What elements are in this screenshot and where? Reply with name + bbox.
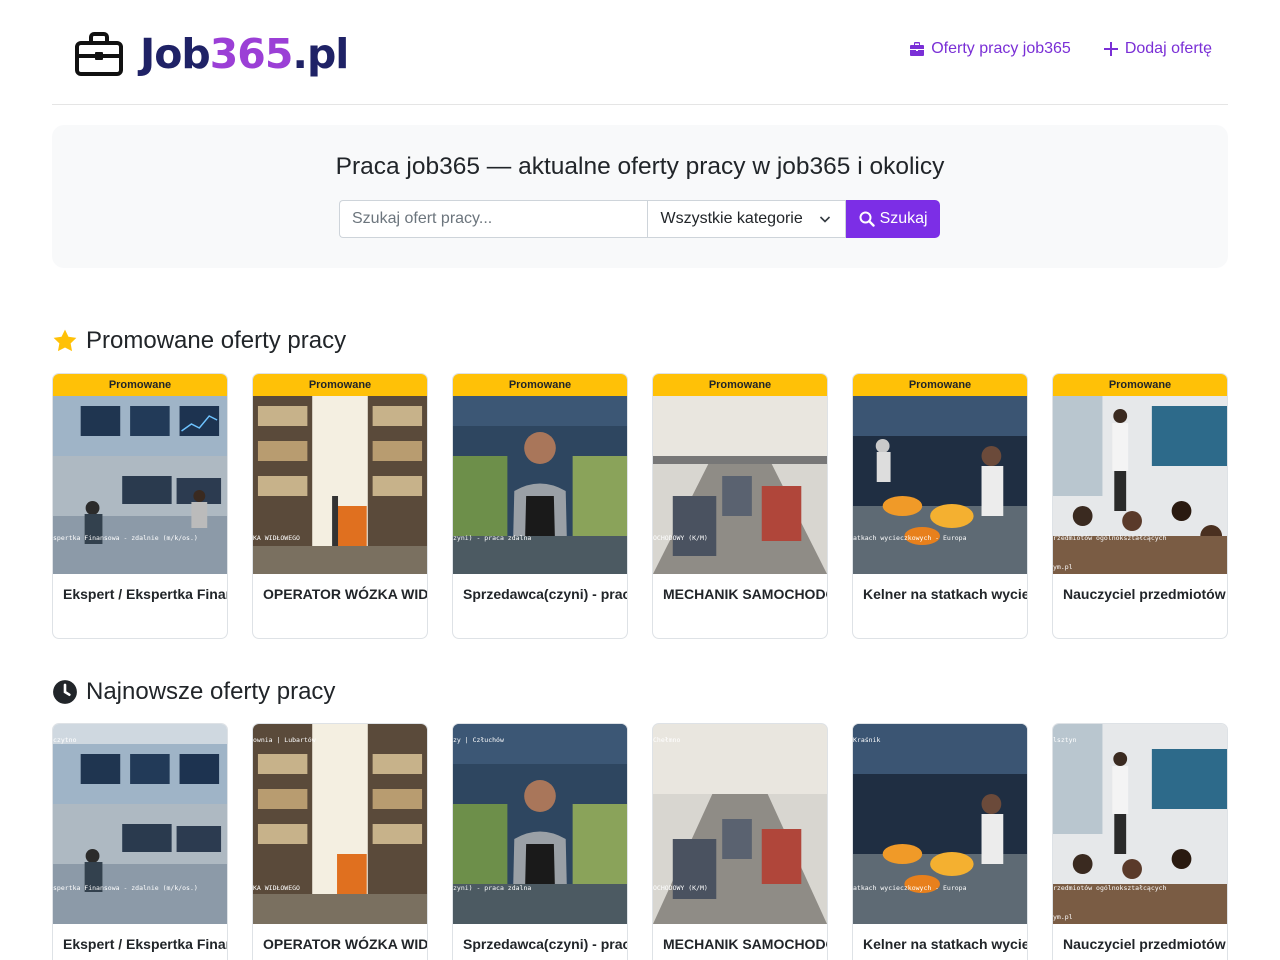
page-title: Praca job365 — aktualne oferty pracy w j… (335, 153, 945, 180)
offer-image: czytno spertka Finansowa - zdalnie (m/k/… (53, 724, 227, 924)
plus-icon (1103, 42, 1118, 56)
offer-title: OPERATOR WÓZKA WIDŁOWEGO (263, 586, 427, 602)
site-logo[interactable]: Job365.pl (74, 26, 349, 82)
offer-title: Sprzedawca(czyni) - praca zdalna (463, 936, 627, 952)
offer-image: lsztyn rzedmiotów ogólnokształcących ym.… (1053, 724, 1227, 924)
promoted-badge: Promowane (1053, 374, 1227, 396)
offer-image-caption: atkach wycieczkowych - Europa (853, 884, 967, 892)
offer-image-caption: spertka Finansowa - zdalnie (m/k/os.) (53, 534, 198, 542)
search-button[interactable]: Szukaj (846, 200, 940, 238)
newest-offer-card[interactable]: lsztyn rzedmiotów ogólnokształcących ym.… (1052, 723, 1228, 960)
promoted-badge: Promowane (853, 374, 1027, 396)
offer-image-footer: ym.pl (1053, 913, 1073, 921)
offer-image-caption: zyni) - praca zdalna (453, 884, 532, 892)
offer-image-footer: ym.pl (1053, 563, 1073, 571)
offer-image-location: Kraśnik (853, 736, 881, 744)
offer-image-location: zy | Człuchów (453, 736, 504, 744)
newest-offer-card[interactable]: zy | Człuchów zyni) - praca zdalna Sprze… (452, 723, 628, 960)
clock-icon (53, 680, 77, 704)
promoted-offers-list: Promowane spertka Finansowa - zdalnie (m… (52, 373, 1228, 639)
offer-image: spertka Finansowa - zdalnie (m/k/os.) (53, 396, 227, 574)
nav-job-offers[interactable]: Oferty pracy job365 (909, 40, 1071, 58)
promoted-badge: Promowane (653, 374, 827, 396)
offer-image-location: lsztyn (1053, 736, 1077, 744)
star-icon (53, 329, 77, 352)
newest-offer-card[interactable]: czytno spertka Finansowa - zdalnie (m/k/… (52, 723, 228, 960)
search-button-label: Szukaj (879, 210, 928, 227)
newest-offer-card[interactable]: ownia | Lubartów KA WIDŁOWEGO OPERATOR W… (252, 723, 428, 960)
offer-image: atkach wycieczkowych - Europa (853, 396, 1027, 574)
promoted-offer-card[interactable]: Promowane spertka Finansowa - zdalnie (m… (52, 373, 228, 639)
nav-add-offer[interactable]: Dodaj ofertę (1103, 40, 1212, 58)
offer-image-location: Chełmno (653, 736, 681, 744)
offer-title: MECHANIK SAMOCHODOWY (K/M) (663, 586, 827, 602)
chevron-down-icon (820, 216, 831, 223)
offer-title: Nauczyciel przedmiotów ogólnokształcącyc… (1063, 936, 1227, 952)
offer-image: Kraśnik atkach wycieczkowych - Europa (853, 724, 1027, 924)
promoted-offer-card[interactable]: Promowane rzedmiotów ogólnokształcących … (1052, 373, 1228, 639)
search-icon (859, 211, 875, 227)
offer-image: OCHODOWY (K/M) (653, 396, 827, 574)
nav-add-offer-label: Dodaj ofertę (1124, 40, 1212, 57)
offer-title: Sprzedawca(czyni) - praca zdalna (463, 586, 627, 602)
promoted-badge: Promowane (53, 374, 227, 396)
offer-image-caption: OCHODOWY (K/M) (653, 534, 708, 542)
hero-search-panel: Praca job365 — aktualne oferty pracy w j… (52, 125, 1228, 268)
briefcase-icon (910, 42, 925, 56)
offer-title: Ekspert / Ekspertka Finansowa - zdalnie (63, 586, 227, 602)
offer-image: zyni) - praca zdalna (453, 396, 627, 574)
promoted-badge: Promowane (453, 374, 627, 396)
offer-image-location: czytno (53, 736, 77, 744)
promoted-heading: Promowane oferty pracy (52, 327, 346, 355)
promoted-offer-card[interactable]: Promowane KA WIDŁOWEGO OPERATOR WÓZKA WI… (252, 373, 428, 639)
newest-offer-card[interactable]: Kraśnik atkach wycieczkowych - Europa Ke… (852, 723, 1028, 960)
offer-image-caption: rzedmiotów ogólnokształcących (1053, 884, 1167, 892)
offer-image: zy | Człuchów zyni) - praca zdalna (453, 724, 627, 924)
offer-image: ownia | Lubartów KA WIDŁOWEGO (253, 724, 427, 924)
offer-image: Chełmno OCHODOWY (K/M) (653, 724, 827, 924)
nav-job-offers-label: Oferty pracy job365 (931, 40, 1071, 57)
promoted-offer-card[interactable]: Promowane zyni) - praca zdalna Sprzedawc… (452, 373, 628, 639)
offer-title: Kelner na statkach wycieczkowych - Europ… (863, 586, 1027, 602)
offer-image-caption: rzedmiotów ogólnokształcących (1053, 534, 1167, 542)
offer-image-caption: KA WIDŁOWEGO (253, 534, 300, 542)
promoted-heading-label: Promowane oferty pracy (86, 327, 347, 354)
offer-title: Nauczyciel przedmiotów ogólnokształcącyc… (1063, 586, 1227, 602)
logo-text: Job365.pl (140, 30, 349, 78)
offer-image-caption: KA WIDŁOWEGO (253, 884, 300, 892)
offer-title: Ekspert / Ekspertka Finansowa - zdalnie (63, 936, 227, 952)
promoted-offer-card[interactable]: Promowane OCHODOWY (K/M) MECHANIK SAMOCH… (652, 373, 828, 639)
offer-image: KA WIDŁOWEGO (253, 396, 427, 574)
search-form: Wszystkie kategorie Szukaj (339, 200, 940, 238)
category-select[interactable]: Wszystkie kategorie (647, 200, 847, 238)
main-nav: Oferty pracy job365 Dodaj ofertę (909, 40, 1212, 58)
newest-offers-list: czytno spertka Finansowa - zdalnie (m/k/… (52, 723, 1228, 960)
newest-offer-card[interactable]: Chełmno OCHODOWY (K/M) MECHANIK SAMOCHOD… (652, 723, 828, 960)
search-input[interactable] (339, 200, 648, 238)
offer-title: OPERATOR WÓZKA WIDŁOWEGO (263, 936, 427, 952)
offer-title: MECHANIK SAMOCHODOWY (K/M) (663, 936, 827, 952)
newest-heading-label: Najnowsze oferty pracy (86, 678, 336, 705)
offer-title: Kelner na statkach wycieczkowych - Europ… (863, 936, 1027, 952)
promoted-offer-card[interactable]: Promowane atkach wycieczkowych - Europa … (852, 373, 1028, 639)
briefcase-logo-icon (75, 32, 123, 76)
offer-image-caption: OCHODOWY (K/M) (653, 884, 708, 892)
promoted-badge: Promowane (253, 374, 427, 396)
site-header: Job365.pl Oferty pracy job365 Dodaj ofer… (52, 0, 1228, 105)
offer-image: rzedmiotów ogólnokształcących ym.pl (1053, 396, 1227, 574)
offer-image-caption: spertka Finansowa - zdalnie (m/k/os.) (53, 884, 198, 892)
offer-image-caption: atkach wycieczkowych - Europa (853, 534, 967, 542)
offer-image-location: ownia | Lubartów (253, 736, 316, 744)
newest-heading: Najnowsze oferty pracy (52, 678, 335, 706)
offer-image-caption: zyni) - praca zdalna (453, 534, 532, 542)
category-select-value: Wszystkie kategorie (660, 210, 803, 227)
